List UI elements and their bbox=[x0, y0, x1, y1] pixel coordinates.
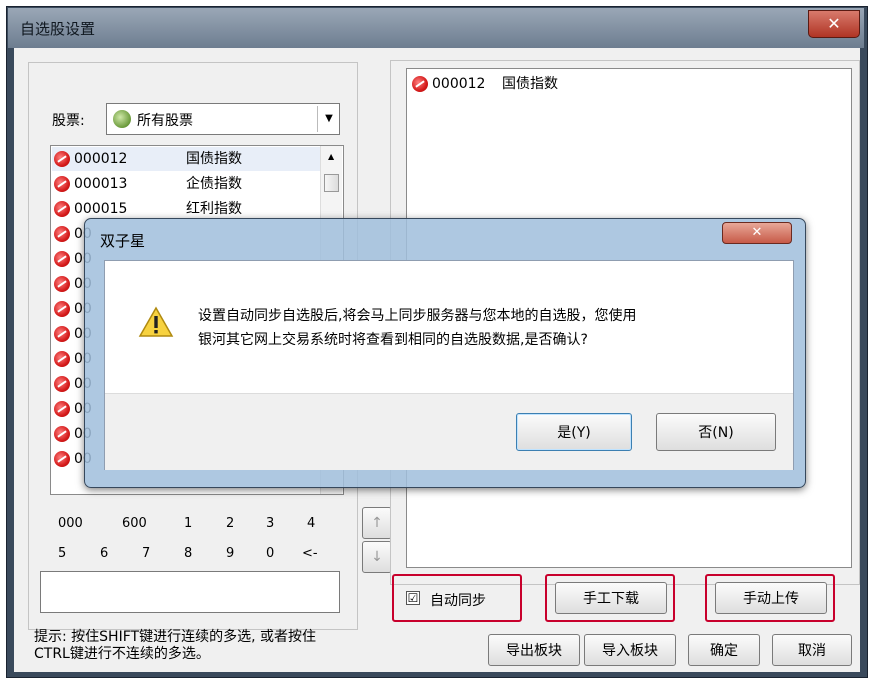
key-600[interactable]: 600 bbox=[122, 516, 147, 531]
dialog-message-line-1: 设置自动同步自选股后,将会马上同步服务器与您本地的自选股，您使用 bbox=[198, 308, 637, 324]
stock-icon bbox=[54, 201, 70, 217]
stock-icon bbox=[54, 176, 70, 192]
list-item[interactable]: 000012 国债指数 bbox=[54, 147, 242, 171]
warning-icon bbox=[138, 306, 174, 337]
stock-icon bbox=[54, 376, 70, 392]
stock-icon bbox=[54, 251, 70, 267]
scroll-up-icon[interactable]: ▲ bbox=[328, 152, 334, 161]
stock-icon bbox=[54, 401, 70, 417]
stock-icon bbox=[54, 276, 70, 292]
import-block-button[interactable]: 导入板块 bbox=[584, 634, 676, 666]
dialog-message: 设置自动同步自选股后,将会马上同步服务器与您本地的自选股，您使用 银河其它网上交… bbox=[198, 304, 636, 352]
stock-icon bbox=[54, 451, 70, 467]
auto-sync-label: 自动同步 bbox=[430, 593, 486, 609]
key-1[interactable]: 1 bbox=[184, 516, 192, 531]
stock-icon bbox=[54, 326, 70, 342]
auto-sync-checkbox[interactable]: ☑ bbox=[406, 591, 420, 605]
stock-icon bbox=[54, 301, 70, 317]
window-close-button[interactable]: ✕ bbox=[808, 10, 860, 38]
stock-code-input[interactable] bbox=[40, 571, 340, 613]
key-backspace[interactable]: <- bbox=[302, 546, 318, 561]
stock-icon bbox=[412, 76, 428, 92]
list-item[interactable]: 000012 国债指数 bbox=[412, 72, 558, 96]
key-2[interactable]: 2 bbox=[226, 516, 234, 531]
move-down-button[interactable]: ↓ bbox=[362, 541, 392, 573]
key-3[interactable]: 3 bbox=[266, 516, 274, 531]
hint-line-2: CTRL键进行不连续的多选。 bbox=[34, 646, 210, 662]
dialog-close-button[interactable]: ✕ bbox=[722, 222, 792, 244]
list-item[interactable]: 000013 企债指数 bbox=[54, 172, 242, 196]
scroll-thumb[interactable] bbox=[324, 174, 339, 192]
move-up-button[interactable]: ↑ bbox=[362, 507, 392, 539]
key-8[interactable]: 8 bbox=[184, 546, 192, 561]
key-4[interactable]: 4 bbox=[307, 516, 315, 531]
stock-icon bbox=[54, 351, 70, 367]
export-block-button[interactable]: 导出板块 bbox=[488, 634, 580, 666]
window-title: 自选股设置 bbox=[20, 20, 96, 38]
key-7[interactable]: 7 bbox=[142, 546, 150, 561]
dialog-no-button[interactable]: 否(N) bbox=[656, 413, 776, 451]
chevron-down-icon[interactable]: ▼ bbox=[317, 106, 340, 132]
hint-line-1: 提示: 按住SHIFT键进行连续的多选, 或者按住 bbox=[34, 629, 316, 645]
manual-upload-button[interactable]: 手动上传 bbox=[715, 582, 827, 614]
key-000[interactable]: 000 bbox=[58, 516, 83, 531]
ok-button[interactable]: 确定 bbox=[688, 634, 760, 666]
globe-icon bbox=[113, 110, 131, 128]
manual-download-button[interactable]: 手工下载 bbox=[555, 582, 667, 614]
window-titlebar[interactable] bbox=[8, 8, 864, 48]
key-6[interactable]: 6 bbox=[100, 546, 108, 561]
key-9[interactable]: 9 bbox=[226, 546, 234, 561]
stock-icon bbox=[54, 226, 70, 242]
cancel-button[interactable]: 取消 bbox=[772, 634, 852, 666]
key-5[interactable]: 5 bbox=[58, 546, 66, 561]
stock-label: 股票: bbox=[52, 113, 85, 129]
stock-icon bbox=[54, 151, 70, 167]
stock-icon bbox=[54, 426, 70, 442]
stock-select-value: 所有股票 bbox=[137, 113, 193, 129]
dialog-yes-button[interactable]: 是(Y) bbox=[516, 413, 632, 451]
hint-text: 提示: 按住SHIFT键进行连续的多选, 或者按住 CTRL键进行不连续的多选。 bbox=[34, 629, 316, 663]
key-0[interactable]: 0 bbox=[266, 546, 274, 561]
dialog-title: 双子星 bbox=[100, 232, 146, 250]
dialog-message-line-2: 银河其它网上交易系统时将查看到相同的自选股数据,是否确认? bbox=[198, 332, 588, 348]
stock-select[interactable]: 所有股票 ▼ bbox=[106, 103, 340, 135]
